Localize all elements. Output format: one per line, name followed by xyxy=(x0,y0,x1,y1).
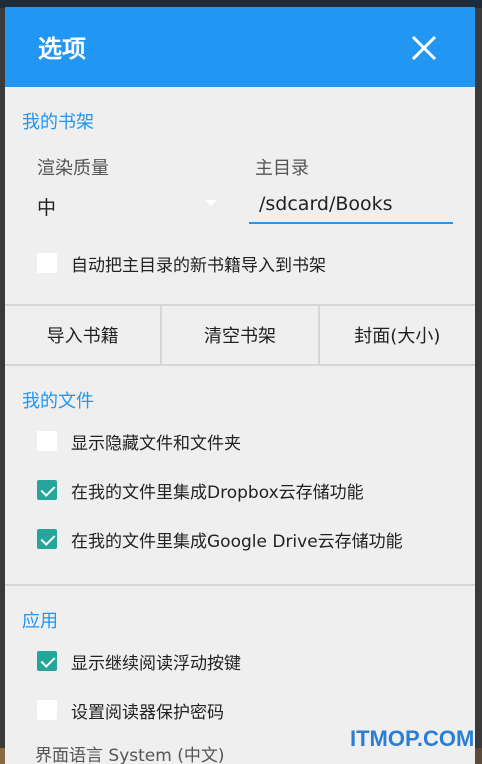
auto-import-checkbox[interactable] xyxy=(37,253,57,273)
continue-reading-label: 显示继续阅读浮动按键 xyxy=(71,653,241,674)
google-drive-label: 在我的文件里集成Google Drive云存储功能 xyxy=(71,531,403,552)
section-header-app: 应用 xyxy=(22,611,58,632)
dropbox-label: 在我的文件里集成Dropbox云存储功能 xyxy=(71,482,364,503)
home-dir-label: 主目录 xyxy=(255,158,309,179)
render-quality-select[interactable]: 中 xyxy=(37,193,56,220)
home-dir-input[interactable] xyxy=(249,190,453,224)
watermark-logo: ITMOP.COM xyxy=(350,726,475,751)
list-item[interactable]: 在我的文件里集成Dropbox云存储功能 xyxy=(37,476,364,504)
chevron-down-icon[interactable] xyxy=(205,200,217,206)
list-item[interactable]: 在我的文件里集成Google Drive云存储功能 xyxy=(37,525,403,553)
options-dialog: 选项 我的书架 渲染质量 中 主目录 自动把主目录的新书籍导入到书架 导入书籍 … xyxy=(5,7,475,764)
render-quality-label: 渲染质量 xyxy=(37,158,109,179)
dialog-title: 选项 xyxy=(38,35,86,63)
auto-import-checkbox-row[interactable]: 自动把主目录的新书籍导入到书架 xyxy=(37,249,326,277)
section-header-files: 我的文件 xyxy=(22,391,94,412)
dialog-titlebar: 选项 xyxy=(5,7,475,87)
cover-size-button[interactable]: 封面(大小) xyxy=(320,306,475,364)
reader-password-checkbox[interactable] xyxy=(37,700,57,720)
import-books-button[interactable]: 导入书籍 xyxy=(5,306,163,364)
reader-password-label: 设置阅读器保护密码 xyxy=(71,702,224,723)
list-item[interactable]: 显示继续阅读浮动按键 xyxy=(37,647,241,675)
section-header-bookshelf: 我的书架 xyxy=(22,112,94,133)
google-drive-checkbox[interactable] xyxy=(37,529,57,549)
language-row[interactable]: 界面语言 System (中文) xyxy=(35,741,224,764)
list-item[interactable]: 显示隐藏文件和文件夹 xyxy=(37,427,241,455)
continue-reading-checkbox[interactable] xyxy=(37,651,57,671)
list-item[interactable]: 设置阅读器保护密码 xyxy=(37,696,224,724)
clear-shelf-button[interactable]: 清空书架 xyxy=(162,306,320,364)
auto-import-label: 自动把主目录的新书籍导入到书架 xyxy=(71,255,326,276)
bookshelf-button-bar: 导入书籍 清空书架 封面(大小) xyxy=(5,304,475,366)
show-hidden-label: 显示隐藏文件和文件夹 xyxy=(71,433,241,454)
dropbox-checkbox[interactable] xyxy=(37,480,57,500)
show-hidden-checkbox[interactable] xyxy=(37,431,57,451)
close-icon[interactable] xyxy=(409,33,439,63)
divider xyxy=(5,584,475,586)
